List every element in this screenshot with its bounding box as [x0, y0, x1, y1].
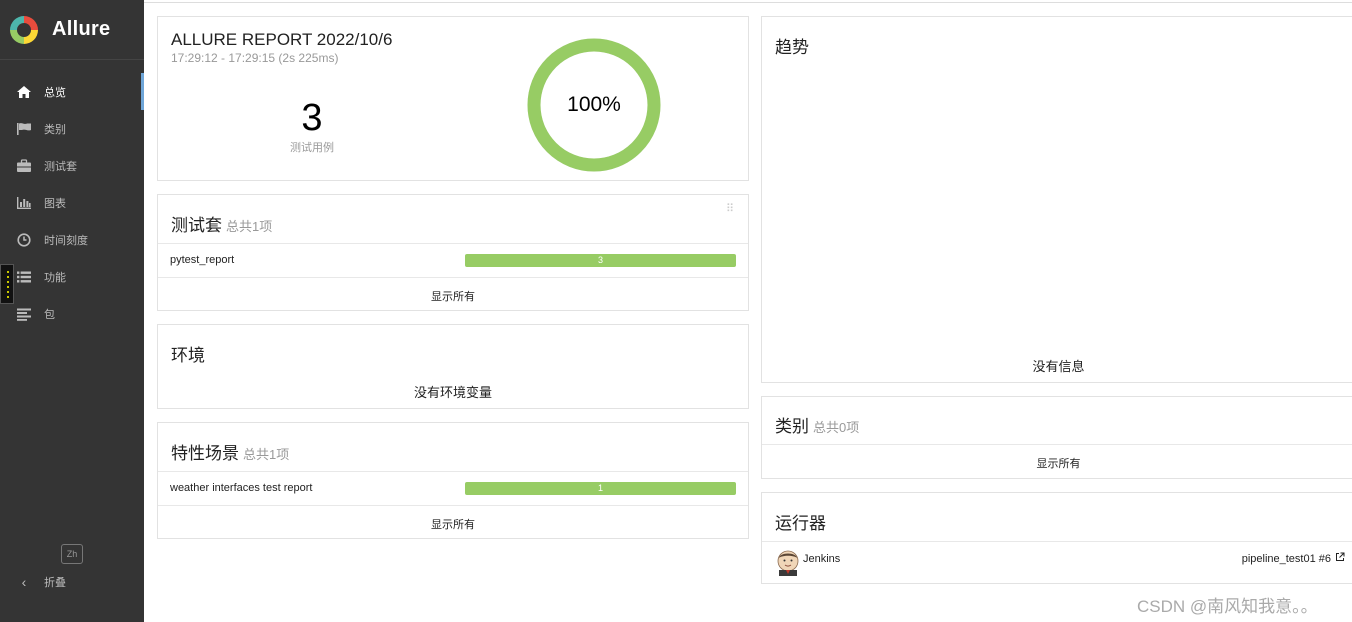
sidebar: Allure 总览 类别 测试套 图表 时间刻度 功能 包 Zh ‹ 折叠 [0, 0, 144, 622]
suites-total: 总共1项 [226, 219, 273, 234]
top-divider [144, 2, 1352, 3]
sidebar-item-timeline[interactable]: 时间刻度 [0, 221, 144, 258]
sidebar-item-label: 总览 [44, 86, 66, 99]
feature-passed-bar[interactable]: 1 [465, 482, 736, 495]
sidebar-item-graphs[interactable]: 图表 [0, 184, 144, 221]
executor-row[interactable]: Jenkins pipeline_test01 #6 [762, 542, 1352, 584]
summary-widget: ALLURE REPORT 2022/10/6 17:29:12 - 17:29… [157, 16, 749, 181]
home-icon [15, 85, 33, 99]
sidebar-item-label: 图表 [44, 197, 66, 210]
trend-widget: 趋势 没有信息 [761, 16, 1352, 383]
categories-title-text: 类别 [775, 417, 809, 436]
allure-logo-icon [10, 15, 38, 44]
test-case-count: 3 [301, 97, 323, 139]
sidebar-item-packages[interactable]: 包 [0, 295, 144, 332]
features-title-text: 特性场景 [171, 444, 239, 463]
executor-name: Jenkins [803, 553, 841, 565]
trend-title: 趋势 [775, 38, 809, 57]
table-row[interactable]: weather interfaces test report 1 [158, 472, 748, 505]
suite-name: pytest_report [170, 254, 235, 266]
collapse-button[interactable]: ‹ 折叠 [15, 572, 66, 592]
sidebar-item-behaviors[interactable]: 功能 [0, 258, 144, 295]
flag-icon [15, 122, 33, 136]
sidebar-item-overview[interactable]: 总览 [0, 73, 144, 110]
sidebar-item-label: 时间刻度 [44, 234, 88, 247]
sidebar-item-label: 类别 [44, 123, 66, 136]
categories-widget: 类别 总共0项 显示所有 [761, 396, 1352, 479]
bar-chart-icon [15, 196, 33, 210]
sidebar-item-label: 测试套 [44, 160, 77, 173]
report-time-range: 17:29:12 - 17:29:15 (2s 225ms) [171, 51, 339, 65]
sidebar-item-categories[interactable]: 类别 [0, 110, 144, 147]
features-title: 特性场景 总共1项 [171, 439, 289, 464]
list-icon [15, 270, 33, 284]
brand[interactable]: Allure [0, 0, 144, 60]
categories-title: 类别 总共0项 [775, 412, 859, 437]
sidebar-nav: 总览 类别 测试套 图表 时间刻度 功能 包 [0, 73, 144, 332]
environment-title: 环境 [171, 346, 205, 365]
suites-title: 测试套 总共1项 [171, 211, 272, 236]
watermark: CSDN @南风知我意。。 [1137, 597, 1318, 616]
briefcase-icon [15, 158, 33, 173]
categories-total: 总共0项 [813, 420, 860, 435]
executor-build-text: pipeline_test01 #6 [1241, 552, 1331, 565]
language-switch[interactable]: Zh [61, 544, 83, 564]
suite-passed-bar[interactable]: 3 [465, 254, 736, 267]
feature-name: weather interfaces test report [170, 482, 313, 494]
sidebar-item-label: 包 [44, 308, 55, 321]
clock-icon [15, 232, 33, 247]
drag-handle-icon[interactable]: ⠿ [726, 204, 734, 215]
report-title: ALLURE REPORT 2022/10/6 [171, 30, 393, 49]
pass-rate-percent: 100% [567, 93, 621, 116]
test-case-count-label: 测试用例 [290, 142, 334, 154]
divider [762, 444, 1352, 445]
executors-widget: 运行器 Jenkins pipeline_test01 #6 [761, 492, 1352, 584]
table-row[interactable]: pytest_report 3 [158, 244, 748, 277]
side-level-marker [0, 264, 14, 304]
divider [158, 505, 748, 506]
suites-title-text: 测试套 [171, 216, 222, 235]
sidebar-item-suites[interactable]: 测试套 [0, 147, 144, 184]
show-all-link[interactable]: 显示所有 [158, 516, 748, 532]
align-left-icon [15, 307, 33, 321]
environment-empty-text: 没有环境变量 [413, 385, 492, 400]
external-link-icon [1335, 552, 1345, 565]
divider [158, 277, 748, 278]
jenkins-avatar-icon [777, 550, 799, 576]
features-total: 总共1项 [243, 447, 290, 462]
brand-name: Allure [52, 18, 111, 40]
show-all-link[interactable]: 显示所有 [158, 288, 748, 304]
executor-build-link[interactable]: pipeline_test01 #6 [1242, 552, 1345, 565]
sidebar-item-label: 功能 [44, 271, 66, 284]
environment-widget: 环境 没有环境变量 [157, 324, 749, 409]
show-all-link[interactable]: 显示所有 [762, 455, 1352, 471]
executors-title: 运行器 [775, 514, 826, 533]
chevron-left-icon: ‹ [21, 574, 27, 590]
suites-widget: 测试套 总共1项 ⠿ pytest_report 3 显示所有 [157, 194, 749, 311]
collapse-label: 折叠 [44, 577, 66, 589]
features-widget: 特性场景 总共1项 weather interfaces test report … [157, 422, 749, 539]
trend-empty-text: 没有信息 [1032, 359, 1085, 374]
